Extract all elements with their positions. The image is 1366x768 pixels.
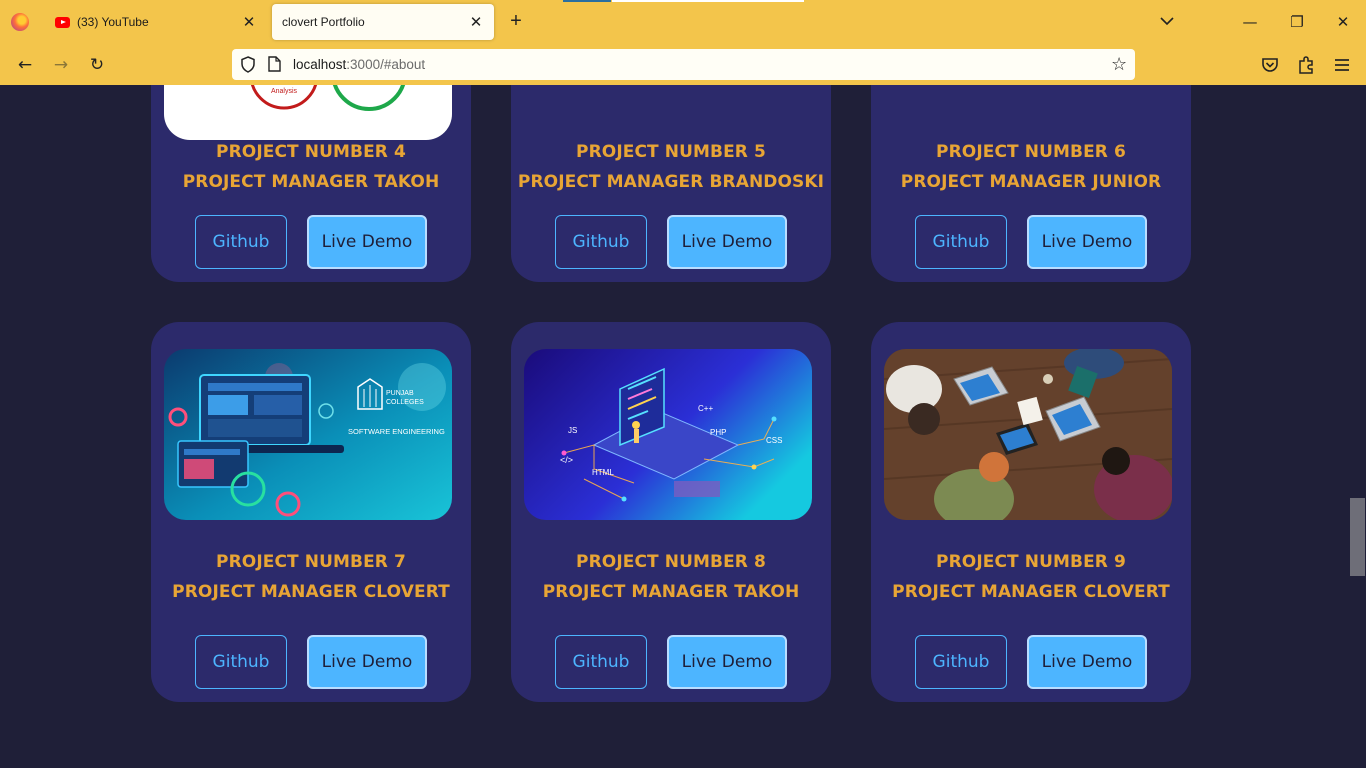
close-tab-icon[interactable]: ✕ xyxy=(241,13,257,31)
image-caption: SOFTWARE ENGINEERING xyxy=(348,427,445,436)
nav-bar: ← → ↻ localhost:3000/#about ☆ xyxy=(0,44,1366,85)
js-label: JS xyxy=(568,426,577,435)
project-card-7: PUNJAB COLLEGES SOFTWARE ENGINEERING PRO… xyxy=(151,322,471,702)
project-card-8: JS C++ PHP CSS HTML </> PROJECT NUMBER 8… xyxy=(511,322,831,702)
github-button[interactable]: Github xyxy=(555,635,647,689)
github-button[interactable]: Github xyxy=(915,635,1007,689)
project-manager: PROJECT MANAGER TAKOH xyxy=(182,172,440,192)
restore-button[interactable]: ❐ xyxy=(1285,10,1309,34)
tab-title: clovert Portfolio xyxy=(282,15,365,29)
tab-youtube[interactable]: (33) YouTube ✕ xyxy=(45,4,267,40)
menu-icon[interactable] xyxy=(1333,57,1351,73)
portfolio-page: Analysis PROJECT NUMBER 4 PROJECT MANAGE… xyxy=(0,85,1349,768)
project-manager: PROJECT MANAGER JUNIOR xyxy=(900,172,1162,192)
project-number: PROJECT NUMBER 6 xyxy=(936,142,1126,162)
github-button[interactable]: Github xyxy=(195,215,287,269)
minimize-button[interactable]: — xyxy=(1238,10,1262,34)
scrollbar-thumb[interactable] xyxy=(1350,498,1365,576)
bookmark-star-icon[interactable]: ☆ xyxy=(1111,54,1127,75)
url-path: :3000/#about xyxy=(346,57,426,72)
css-label: CSS xyxy=(766,436,782,445)
brand-line1: PUNJAB xyxy=(386,390,414,397)
live-demo-button[interactable]: Live Demo xyxy=(1027,635,1147,689)
github-button[interactable]: Github xyxy=(195,635,287,689)
project-card-9: PROJECT NUMBER 9 PROJECT MANAGER CLOVERT… xyxy=(871,322,1191,702)
url-bar[interactable]: localhost:3000/#about ☆ xyxy=(232,49,1135,80)
project-number: PROJECT NUMBER 8 xyxy=(576,552,766,572)
project-image xyxy=(884,349,1172,520)
project-card-5: PROJECT NUMBER 5 PROJECT MANAGER BRANDOS… xyxy=(511,85,831,282)
back-button[interactable]: ← xyxy=(14,54,36,76)
project-number: PROJECT NUMBER 4 xyxy=(216,142,406,162)
pocket-icon[interactable] xyxy=(1261,56,1279,74)
project-manager: PROJECT MANAGER BRANDOSKI xyxy=(517,172,825,192)
project-manager: PROJECT MANAGER TAKOH xyxy=(542,582,800,602)
extensions-icon[interactable] xyxy=(1297,55,1315,74)
close-window-button[interactable]: ✕ xyxy=(1331,10,1355,34)
project-manager: PROJECT MANAGER CLOVERT xyxy=(172,582,450,602)
forward-button[interactable]: → xyxy=(50,54,72,76)
php-label: PHP xyxy=(710,428,726,437)
chevron-down-icon[interactable] xyxy=(1158,12,1176,30)
url-host: localhost xyxy=(293,57,347,72)
project-number: PROJECT NUMBER 7 xyxy=(216,552,406,572)
html-label: HTML xyxy=(592,468,614,477)
project-image-art: Analysis xyxy=(250,85,406,111)
tab-accent-left xyxy=(563,0,611,2)
page-scrollbar[interactable] xyxy=(1349,85,1366,768)
shield-icon[interactable] xyxy=(240,56,256,73)
project-image: PUNJAB COLLEGES SOFTWARE ENGINEERING xyxy=(164,349,452,520)
brand-line2: COLLEGES xyxy=(386,399,424,406)
project-number: PROJECT NUMBER 5 xyxy=(576,142,766,162)
project-image: Analysis xyxy=(164,85,452,140)
live-demo-button[interactable]: Live Demo xyxy=(307,215,427,269)
project-image: JS C++ PHP CSS HTML </> xyxy=(524,349,812,520)
team-meeting-image xyxy=(884,349,1172,520)
project-card-6: PROJECT NUMBER 6 PROJECT MANAGER JUNIOR … xyxy=(871,85,1191,282)
page-info-icon[interactable] xyxy=(268,56,281,72)
project-number: PROJECT NUMBER 9 xyxy=(936,552,1126,572)
close-tab-icon[interactable]: ✕ xyxy=(468,13,484,31)
github-button[interactable]: Github xyxy=(915,215,1007,269)
github-button[interactable]: Github xyxy=(555,215,647,269)
reload-button[interactable]: ↻ xyxy=(86,54,108,76)
coding-laptop-image: JS C++ PHP CSS HTML </> xyxy=(524,349,812,520)
code-label: </> xyxy=(560,455,573,465)
software-engineering-image: PUNJAB COLLEGES SOFTWARE ENGINEERING xyxy=(164,349,452,520)
new-tab-button[interactable]: + xyxy=(505,9,527,33)
firefox-icon[interactable] xyxy=(11,13,29,31)
project-manager: PROJECT MANAGER CLOVERT xyxy=(892,582,1170,602)
live-demo-button[interactable]: Live Demo xyxy=(667,215,787,269)
project-card-4: Analysis PROJECT NUMBER 4 PROJECT MANAGE… xyxy=(151,85,471,282)
live-demo-button[interactable]: Live Demo xyxy=(1027,215,1147,269)
live-demo-button[interactable]: Live Demo xyxy=(667,635,787,689)
analysis-text: Analysis xyxy=(271,88,298,95)
tab-accent-right xyxy=(612,0,804,2)
tab-title: (33) YouTube xyxy=(77,15,149,29)
youtube-icon xyxy=(55,16,70,28)
tab-portfolio[interactable]: clovert Portfolio ✕ xyxy=(272,4,494,40)
url-text[interactable]: localhost:3000/#about xyxy=(293,57,425,72)
live-demo-button[interactable]: Live Demo xyxy=(307,635,427,689)
tab-bar: (33) YouTube ✕ clovert Portfolio ✕ + — ❐… xyxy=(0,0,1366,44)
cpp-label: C++ xyxy=(698,404,713,413)
